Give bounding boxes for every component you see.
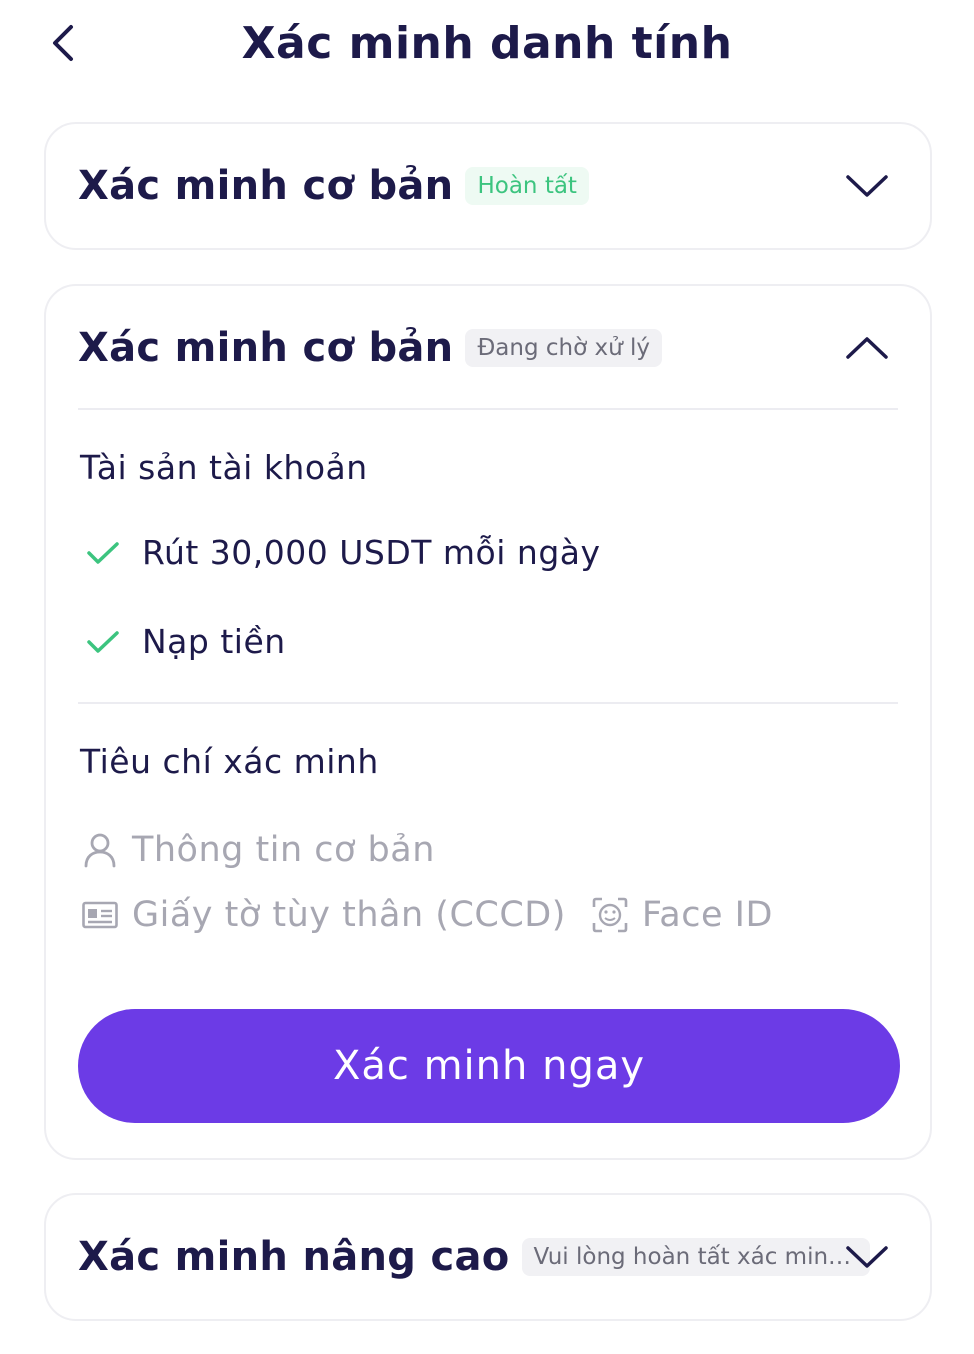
benefit-item: Nạp tiền	[86, 622, 286, 661]
advanced-verification-card: Xác minh nâng cao Vui lòng hoàn tất xác …	[44, 1193, 932, 1321]
basic-verification-card-pending: Xác minh cơ bản Đang chờ xử lý Tài sản t…	[44, 284, 932, 1160]
card-title: Xác minh cơ bản	[78, 163, 454, 209]
divider	[78, 702, 898, 704]
check-icon	[87, 630, 119, 653]
criteria-text: Giấy tờ tùy thân (CCCD)	[132, 895, 566, 935]
card-header[interactable]: Xác minh cơ bản Hoàn tất	[78, 124, 898, 248]
card-header[interactable]: Xác minh cơ bản Đang chờ xử lý	[78, 286, 898, 410]
benefit-text: Rút 30,000 USDT mỗi ngày	[142, 533, 601, 572]
chevron-down-icon[interactable]	[842, 161, 892, 211]
id-card-icon	[80, 895, 120, 935]
chevron-up-icon[interactable]	[842, 323, 892, 373]
benefit-text: Nạp tiền	[142, 622, 286, 661]
benefit-item: Rút 30,000 USDT mỗi ngày	[86, 533, 601, 572]
card-title: Xác minh nâng cao	[78, 1234, 510, 1280]
status-badge: Hoàn tất	[465, 167, 589, 205]
criteria-text: Face ID	[641, 895, 773, 935]
face-id-icon	[590, 895, 630, 935]
basic-verification-card-complete: Xác minh cơ bản Hoàn tất	[44, 122, 932, 250]
chevron-down-icon[interactable]	[842, 1232, 892, 1282]
page-title: Xác minh danh tính	[241, 18, 733, 69]
user-icon	[80, 830, 120, 870]
card-header[interactable]: Xác minh nâng cao Vui lòng hoàn tất xác …	[78, 1195, 898, 1319]
criteria-item: Thông tin cơ bản	[80, 830, 435, 870]
verify-now-button[interactable]: Xác minh ngay	[78, 1009, 900, 1123]
header: Xác minh danh tính	[0, 0, 974, 100]
check-icon	[87, 541, 119, 564]
status-badge: Vui lòng hoàn tất xác minh cơ bản	[521, 1238, 870, 1276]
criteria-section-label: Tiêu chí xác minh	[80, 742, 379, 781]
status-badge: Đang chờ xử lý	[465, 329, 662, 367]
card-title: Xác minh cơ bản	[78, 325, 454, 371]
assets-section-label: Tài sản tài khoản	[80, 448, 368, 487]
criteria-item: Giấy tờ tùy thân (CCCD) Face ID	[80, 895, 773, 935]
divider	[78, 408, 898, 410]
criteria-text: Thông tin cơ bản	[132, 830, 435, 870]
